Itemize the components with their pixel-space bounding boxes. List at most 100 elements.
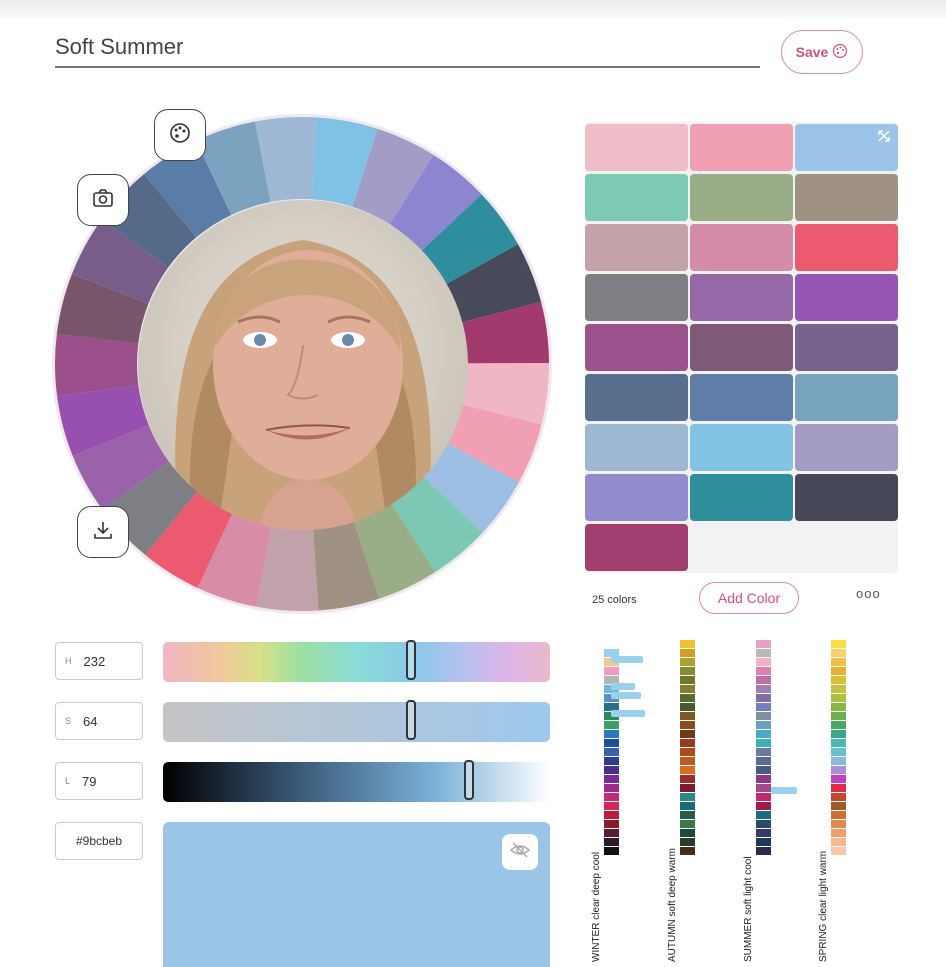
season-color-cell[interactable] (604, 667, 619, 675)
season-color-cell[interactable] (680, 793, 695, 801)
saturation-field[interactable]: S 64 (55, 702, 143, 740)
season-color-cell[interactable] (756, 649, 771, 657)
season-color-cell[interactable] (604, 640, 619, 648)
season-color-cell[interactable] (680, 820, 695, 828)
season-color-cell[interactable] (756, 676, 771, 684)
season-color-cell[interactable] (604, 730, 619, 738)
season-color-cell[interactable] (831, 703, 846, 711)
season-color-cell[interactable] (680, 811, 695, 819)
season-color-cell[interactable] (680, 649, 695, 657)
hex-field[interactable]: #9bcbeb (55, 822, 143, 860)
season-color-cell[interactable] (756, 775, 771, 783)
season-color-cell[interactable] (756, 685, 771, 693)
color-swatch[interactable] (585, 224, 688, 271)
color-swatch[interactable] (795, 324, 898, 371)
season-color-cell[interactable] (831, 658, 846, 666)
season-color-cell[interactable] (604, 811, 619, 819)
color-swatch[interactable] (585, 174, 688, 221)
color-swatch[interactable] (585, 524, 688, 571)
season-color-cell[interactable] (756, 829, 771, 837)
season-color-cell[interactable] (831, 766, 846, 774)
season-color-cell[interactable] (680, 775, 695, 783)
season-color-cell[interactable] (604, 721, 619, 729)
season-color-cell[interactable] (756, 820, 771, 828)
wheel-segment[interactable] (55, 333, 139, 396)
season-color-cell[interactable] (604, 802, 619, 810)
season-color-cell[interactable] (831, 649, 846, 657)
season-color-cell[interactable] (680, 739, 695, 747)
color-swatch[interactable] (585, 324, 688, 371)
season-color-cell[interactable] (831, 775, 846, 783)
season-color-cell[interactable] (604, 820, 619, 828)
color-swatch[interactable] (795, 174, 898, 221)
color-swatch[interactable] (795, 424, 898, 471)
season-color-cell[interactable] (604, 829, 619, 837)
season-color-cell[interactable] (756, 739, 771, 747)
season-color-cell[interactable] (680, 730, 695, 738)
download-button[interactable] (77, 506, 129, 558)
season-color-cell[interactable] (604, 784, 619, 792)
season-color-cell[interactable] (756, 694, 771, 702)
season-color-cell[interactable] (604, 847, 619, 855)
color-swatch[interactable] (690, 224, 793, 271)
season-color-cell[interactable] (756, 757, 771, 765)
season-color-cell[interactable] (756, 847, 771, 855)
season-color-cell[interactable] (831, 676, 846, 684)
season-color-cell[interactable] (680, 748, 695, 756)
season-color-cell[interactable] (756, 667, 771, 675)
season-color-cell[interactable] (604, 838, 619, 846)
hue-slider[interactable] (163, 640, 550, 682)
lightness-field[interactable]: L 79 (55, 762, 143, 800)
color-swatch[interactable] (690, 174, 793, 221)
season-color-cell[interactable] (756, 838, 771, 846)
season-color-cell[interactable] (604, 757, 619, 765)
color-swatch[interactable] (690, 124, 793, 171)
season-color-cell[interactable] (831, 820, 846, 828)
season-color-cell[interactable] (831, 712, 846, 720)
season-color-cell[interactable] (680, 802, 695, 810)
season-color-cell[interactable] (680, 703, 695, 711)
hue-field[interactable]: H 232 (55, 642, 143, 680)
season-color-cell[interactable] (756, 730, 771, 738)
color-swatch[interactable] (795, 224, 898, 271)
season-color-cell[interactable] (831, 802, 846, 810)
season-color-cell[interactable] (831, 784, 846, 792)
season-color-cell[interactable] (831, 667, 846, 675)
season-color-cell[interactable] (680, 838, 695, 846)
season-color-cell[interactable] (831, 838, 846, 846)
season-color-cell[interactable] (756, 712, 771, 720)
season-color-cell[interactable] (680, 658, 695, 666)
season-color-cell[interactable] (680, 640, 695, 648)
color-swatch[interactable] (585, 124, 688, 171)
season-color-cell[interactable] (680, 694, 695, 702)
season-color-cell[interactable] (680, 829, 695, 837)
season-color-cell[interactable] (831, 721, 846, 729)
color-swatch[interactable] (690, 424, 793, 471)
season-color-cell[interactable] (756, 658, 771, 666)
season-color-cell[interactable] (831, 847, 846, 855)
color-swatch[interactable] (585, 474, 688, 521)
season-color-cell[interactable] (604, 748, 619, 756)
season-color-cell[interactable] (680, 847, 695, 855)
color-swatch[interactable] (690, 474, 793, 521)
hue-slider-thumb[interactable] (405, 640, 416, 680)
season-color-cell[interactable] (756, 721, 771, 729)
season-color-cell[interactable] (756, 793, 771, 801)
season-color-cell[interactable] (831, 748, 846, 756)
more-options-icon[interactable]: ooo (856, 586, 881, 601)
expand-icon[interactable] (876, 128, 892, 149)
season-color-cell[interactable] (831, 829, 846, 837)
color-swatch[interactable] (795, 474, 898, 521)
season-color-cell[interactable] (680, 766, 695, 774)
saturation-slider[interactable] (163, 700, 550, 742)
season-color-cell[interactable] (604, 739, 619, 747)
color-swatch[interactable] (795, 374, 898, 421)
saturation-slider-thumb[interactable] (405, 700, 416, 740)
lightness-slider[interactable] (163, 760, 550, 802)
season-color-cell[interactable] (680, 757, 695, 765)
season-color-cell[interactable] (604, 775, 619, 783)
color-swatch[interactable] (585, 424, 688, 471)
season-color-cell[interactable] (756, 811, 771, 819)
color-swatch[interactable] (690, 374, 793, 421)
palette-tool-button[interactable] (154, 109, 206, 161)
